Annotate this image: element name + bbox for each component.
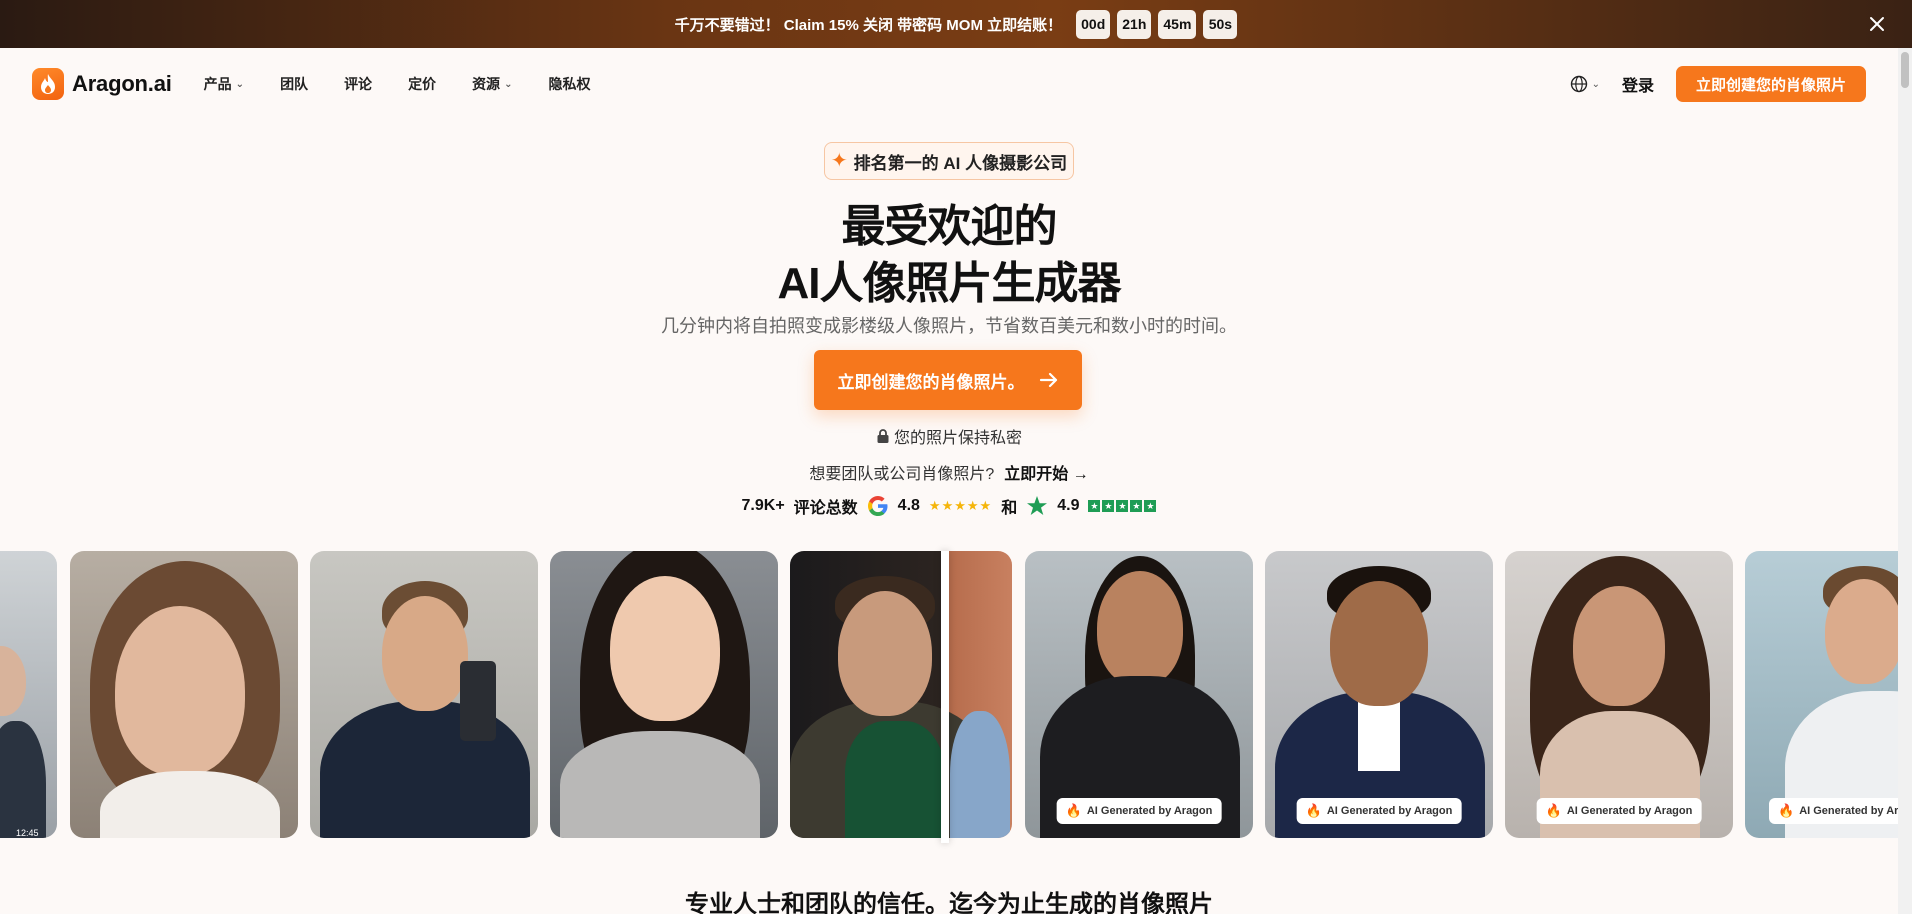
and-text: 和 <box>1001 500 1018 517</box>
ai-generated-tag: 🔥 AI Generated by Aragon <box>1056 798 1222 824</box>
privacy-note: 您的照片保持私密 <box>0 424 1898 448</box>
globe-icon <box>1570 75 1587 93</box>
nav-item-label: 团队 <box>280 76 309 92</box>
nav-actions: ⌄ 登录 立即创建您的肖像照片 <box>1570 66 1866 102</box>
brand-name: Aragon.ai <box>72 71 172 96</box>
timer-hours: 21h <box>1117 9 1152 39</box>
portrait-card: 12:45 <box>0 551 57 838</box>
team-question: 想要团队或公司肖像照片? <box>809 466 995 483</box>
team-start-label: 立即开始 <box>1004 466 1069 483</box>
portrait-card: 🔥 AI Generated by Aragon <box>1265 551 1493 838</box>
ai-generated-label: AI Generated by Aragon <box>1326 805 1453 817</box>
promo-bar: 千万不要错过！ Claim 15% 关闭 带密码 MOM 立即结账！ 00d 2… <box>0 0 1912 48</box>
lock-icon <box>877 429 889 443</box>
photo-timestamp: 12:45 <box>16 828 39 838</box>
portrait-card: on <box>790 551 1012 838</box>
nav-item-label: 产品 <box>203 76 232 92</box>
before-after-divider[interactable] <box>941 551 949 843</box>
top-navigation: Aragon.ai 产品 ⌄ 团队 评论 定价 资源 ⌄ 隐私权 ⌄ 登录 立即创建… <box>0 48 1898 120</box>
trustpilot-rating: 4.9 <box>1057 497 1080 514</box>
reviews-label: 评论总数 <box>793 500 858 517</box>
ranking-badge: ✦ 排名第一的 AI 人像摄影公司 <box>824 142 1074 180</box>
ratings-row: 7.9K+ 评论总数 4.8 ★★★★★ 和 4.9 ★ ★ ★ ★ ★ <box>0 494 1898 518</box>
main-menu: 产品 ⌄ 团队 评论 定价 资源 ⌄ 隐私权 <box>204 74 591 94</box>
portrait-card <box>550 551 778 838</box>
hero-cta-button[interactable]: 立即创建您的肖像照片。 <box>814 350 1082 410</box>
nav-item-label: 资源 <box>472 76 501 92</box>
hero-subtitle: 几分钟内将自拍照变成影楼级人像照片，节省数百美元和数小时的时间。 <box>661 316 1237 336</box>
team-prompt: 想要团队或公司肖像照片? 立即开始 → <box>0 460 1898 484</box>
ai-generated-tag: 🔥 AI Generated by Aragon <box>1769 798 1898 824</box>
nav-item-label: 评论 <box>344 76 373 92</box>
create-headshots-button[interactable]: 立即创建您的肖像照片 <box>1675 66 1866 102</box>
nav-item-pricing[interactable]: 定价 <box>408 74 436 94</box>
ai-generated-label: AI Generated by Aragon <box>1086 805 1213 817</box>
nav-item-products[interactable]: 产品 ⌄ <box>204 74 244 94</box>
timer-seconds: 50s <box>1203 9 1238 39</box>
hero-cta-label: 立即创建您的肖像照片。 <box>837 372 1025 392</box>
chevron-down-icon: ⌄ <box>504 78 513 90</box>
nav-item-reviews[interactable]: 评论 <box>344 74 372 94</box>
flame-icon: 🔥 <box>1305 803 1322 818</box>
timer-minutes: 45m <box>1158 9 1197 39</box>
chevron-down-icon: ⌄ <box>235 78 245 90</box>
portrait-card: 🔥 AI Generated by Aragon <box>1025 551 1253 838</box>
team-start-link[interactable]: 立即开始 → <box>1004 460 1088 484</box>
portrait-card <box>310 551 538 838</box>
trustpilot-star-icon <box>1027 496 1048 515</box>
hero-title-line2: AI人像照片生成器 <box>777 259 1122 308</box>
google-rating: 4.8 <box>897 497 920 514</box>
brand-logo[interactable]: Aragon.ai <box>32 68 172 100</box>
ai-generated-tag: 🔥 AI Generated by Aragon <box>1296 798 1462 824</box>
arrow-right-icon <box>1039 372 1057 388</box>
flame-icon: 🔥 <box>1778 803 1795 818</box>
portrait-carousel: 12:45 on 🔥 AI Generated by Aragon <box>0 551 1898 838</box>
scrollbar-thumb[interactable] <box>1901 52 1909 88</box>
language-selector[interactable]: ⌄ <box>1570 75 1600 93</box>
google-icon <box>867 496 888 516</box>
nav-item-privacy[interactable]: 隐私权 <box>548 74 590 94</box>
portrait-card: 🔥 AI Generated by Aragon <box>1505 551 1733 838</box>
login-link[interactable]: 登录 <box>1622 72 1654 96</box>
nav-item-label: 定价 <box>408 76 437 92</box>
close-icon[interactable] <box>1864 11 1890 37</box>
flame-icon: 🔥 <box>1545 803 1562 818</box>
countdown-timer: 00d 21h 45m 50s <box>1076 9 1238 39</box>
trustpilot-stars-icon: ★ ★ ★ ★ ★ <box>1088 500 1157 512</box>
hero-title-line1: 最受欢迎的 <box>841 202 1058 251</box>
chevron-down-icon: ⌄ <box>1591 78 1600 90</box>
page-scrollbar[interactable] <box>1898 48 1912 914</box>
reviews-count: 7.9K+ <box>741 497 785 514</box>
flame-icon: 🔥 <box>1065 803 1082 818</box>
privacy-text: 您的照片保持私密 <box>893 430 1022 447</box>
flame-icon <box>32 68 64 100</box>
portrait-card <box>70 551 298 838</box>
sparkle-icon: ✦ <box>830 150 848 172</box>
nav-item-teams[interactable]: 团队 <box>280 74 308 94</box>
nav-item-resources[interactable]: 资源 ⌄ <box>472 74 512 94</box>
badge-text: 排名第一的 AI 人像摄影公司 <box>853 153 1068 173</box>
trust-heading: 专业人士和团队的信任。迄今为止生成的肖像照片 <box>685 891 1213 914</box>
timer-days: 00d <box>1076 9 1111 39</box>
ai-generated-label: AI Generated by Aragon <box>1799 805 1898 817</box>
ai-generated-label: AI Generated by Aragon <box>1566 805 1693 817</box>
ai-generated-tag: 🔥 AI Generated by Aragon <box>1536 798 1702 824</box>
portrait-card: 🔥 AI Generated by Aragon <box>1745 551 1898 838</box>
nav-item-label: 隐私权 <box>548 76 591 92</box>
promo-message: 千万不要错过！ Claim 15% 关闭 带密码 MOM 立即结账！ <box>674 16 1063 34</box>
google-stars-icon: ★★★★★ <box>928 498 993 513</box>
